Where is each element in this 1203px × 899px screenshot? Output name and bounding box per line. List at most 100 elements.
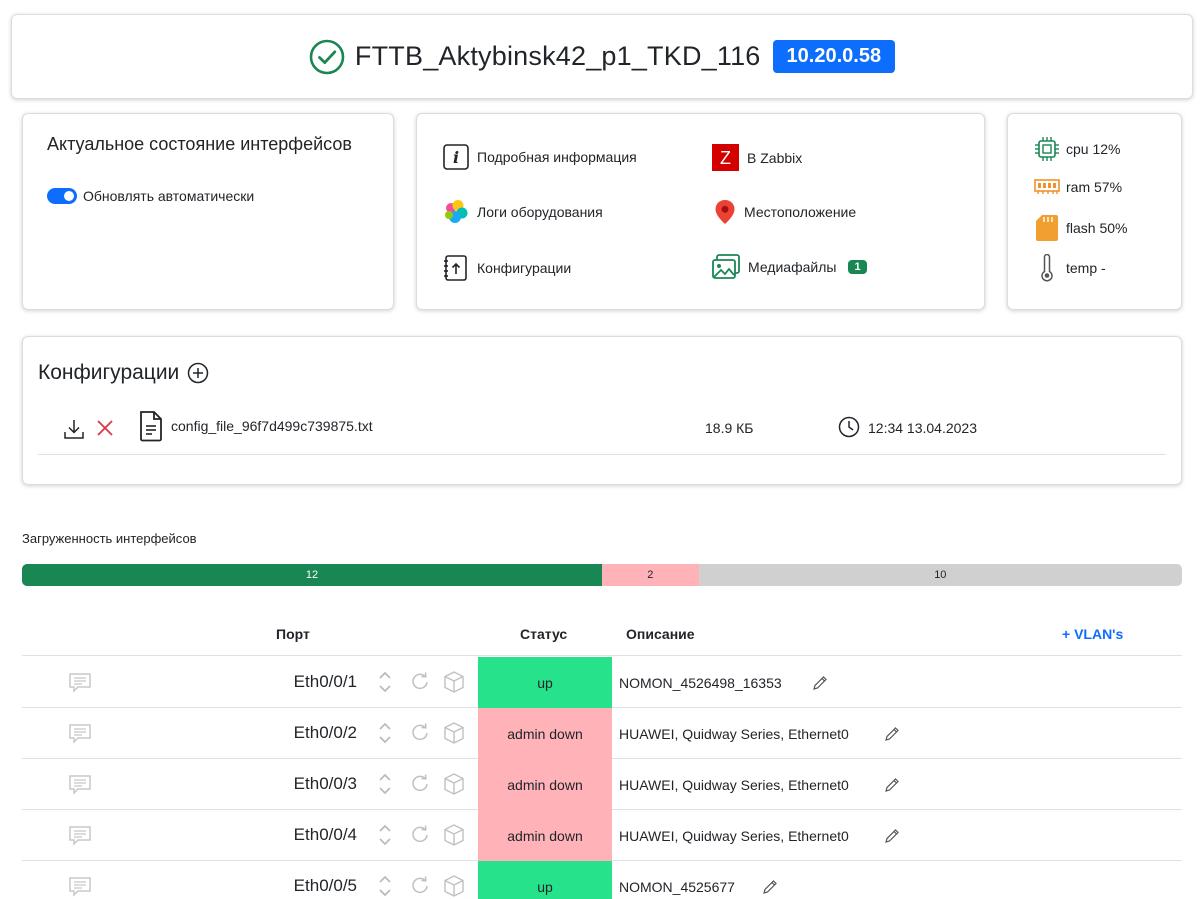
device-links-card: i Подробная информация Z В Zabbix Логи о…	[416, 113, 985, 310]
ports-table-header: Порт Статус Описание + VLAN's	[22, 620, 1182, 656]
config-upload-icon	[444, 255, 467, 281]
zabbix-link-label: В Zabbix	[747, 149, 803, 166]
interface-load-bar: 12 2 10	[22, 564, 1182, 586]
comment-icon[interactable]	[68, 876, 92, 898]
interface-state-title: Актуальное состояние интерфейсов	[47, 134, 352, 154]
table-row: Eth0/0/2 admin down HUAWEI, Quidway Series…	[22, 708, 1182, 759]
add-config-icon[interactable]	[187, 362, 209, 384]
sort-arrows-icon[interactable]	[378, 669, 392, 695]
configs-card: Конфигурации config_file_96f7d499c739875…	[22, 336, 1182, 485]
port-status: up	[478, 861, 612, 899]
config-file-row: config_file_96f7d499c739875.txt 18.9 КБ …	[38, 407, 1166, 455]
comment-icon[interactable]	[68, 825, 92, 847]
reload-icon[interactable]	[410, 824, 430, 844]
interface-load-label: Загруженность интерфейсов	[22, 531, 197, 546]
temp-label: temp -	[1066, 260, 1106, 276]
port-name[interactable]: Eth0/0/5	[232, 876, 357, 896]
details-link-label: Подробная информация	[477, 149, 637, 165]
cube-icon[interactable]	[442, 772, 466, 796]
logs-link-label: Логи оборудования	[477, 204, 603, 220]
delete-icon[interactable]	[95, 418, 115, 438]
reload-icon[interactable]	[410, 671, 430, 691]
load-segment: 2	[602, 564, 699, 586]
ram-stat: ram 57%	[1034, 178, 1122, 196]
logs-link[interactable]: Логи оборудования	[443, 199, 603, 225]
svg-text:i: i	[453, 148, 459, 167]
load-segment: 12	[22, 564, 602, 586]
table-row: Eth0/0/4 admin down HUAWEI, Quidway Series…	[22, 810, 1182, 861]
vlans-link[interactable]: + VLAN's	[1062, 626, 1123, 642]
zabbix-icon: Z	[712, 144, 739, 171]
resources-card: cpu 12% ram 57% flash 50% temp -	[1007, 113, 1182, 310]
comment-icon[interactable]	[68, 774, 92, 796]
media-link[interactable]: Медиафайлы 1	[712, 254, 867, 280]
cpu-stat: cpu 12%	[1034, 136, 1120, 162]
edit-pencil-icon[interactable]	[884, 828, 900, 844]
device-ip-badge: 10.20.0.58	[772, 40, 896, 73]
comment-icon[interactable]	[68, 723, 92, 745]
clock-icon	[838, 416, 860, 438]
configs-link[interactable]: Конфигурации	[443, 254, 571, 282]
port-name[interactable]: Eth0/0/4	[232, 825, 357, 845]
ram-label: ram 57%	[1066, 179, 1123, 195]
port-name[interactable]: Eth0/0/2	[232, 723, 357, 743]
edit-pencil-icon[interactable]	[884, 726, 900, 742]
cube-icon[interactable]	[442, 721, 466, 745]
config-file-date: 12:34 13.04.2023	[868, 420, 977, 436]
auto-update-toggle[interactable]	[47, 188, 77, 204]
svg-text:Z: Z	[720, 148, 731, 168]
comment-icon[interactable]	[68, 672, 92, 694]
col-status: Статус	[520, 626, 568, 642]
edit-pencil-icon[interactable]	[762, 879, 778, 895]
port-status: up	[478, 657, 612, 708]
temp-stat: temp -	[1034, 254, 1106, 282]
configs-section-header: Конфигурации	[38, 361, 209, 385]
device-header: FTTB_Aktybinsk42_p1_TKD_116 10.20.0.58	[11, 14, 1193, 99]
port-description: NOMON_4525677	[619, 879, 735, 895]
cube-icon[interactable]	[442, 670, 466, 694]
location-link[interactable]: Местоположение	[714, 199, 856, 225]
cpu-label: cpu 12%	[1066, 141, 1121, 157]
auto-update-label: Обновлять автоматически	[83, 188, 255, 204]
table-row: Eth0/0/5 up NOMON_4525677	[22, 861, 1182, 899]
memory-icon	[1034, 179, 1060, 194]
info-icon: i	[443, 144, 469, 170]
zabbix-link[interactable]: Z В Zabbix	[712, 144, 802, 171]
port-name[interactable]: Eth0/0/1	[232, 672, 357, 692]
col-description: Описание	[626, 626, 695, 642]
images-icon	[712, 254, 740, 279]
port-description: HUAWEI, Quidway Series, Ethernet0	[619, 726, 849, 742]
cube-icon[interactable]	[442, 823, 466, 847]
sort-arrows-icon[interactable]	[378, 720, 392, 746]
media-count-badge: 1	[848, 260, 867, 274]
port-status: admin down	[478, 810, 612, 861]
reload-icon[interactable]	[410, 773, 430, 793]
col-port: Порт	[276, 626, 310, 642]
reload-icon[interactable]	[410, 722, 430, 742]
sort-arrows-icon[interactable]	[378, 822, 392, 848]
check-circle-icon	[309, 39, 345, 74]
sort-arrows-icon[interactable]	[378, 771, 392, 797]
details-link[interactable]: i Подробная информация	[443, 144, 637, 170]
map-pin-icon	[715, 200, 735, 224]
sort-arrows-icon[interactable]	[378, 873, 392, 899]
flash-stat: flash 50%	[1034, 214, 1127, 242]
edit-pencil-icon[interactable]	[812, 675, 828, 691]
reload-icon[interactable]	[410, 875, 430, 895]
port-status: admin down	[478, 759, 612, 810]
thermometer-icon	[1041, 254, 1053, 282]
table-row: Eth0/0/3 admin down HUAWEI, Quidway Series…	[22, 759, 1182, 810]
cube-icon[interactable]	[442, 874, 466, 898]
file-text-icon	[140, 411, 162, 442]
download-icon[interactable]	[63, 418, 85, 440]
flash-label: flash 50%	[1066, 220, 1128, 236]
port-name[interactable]: Eth0/0/3	[232, 774, 357, 794]
config-file-name[interactable]: config_file_96f7d499c739875.txt	[171, 418, 373, 434]
table-row: Eth0/0/1 up NOMON_4526498_16353	[22, 657, 1182, 708]
port-status: admin down	[478, 708, 612, 759]
edit-pencil-icon[interactable]	[884, 777, 900, 793]
logs-icon	[445, 200, 468, 223]
interface-state-card: Актуальное состояние интерфейсов Обновля…	[22, 113, 394, 310]
port-description: HUAWEI, Quidway Series, Ethernet0	[619, 777, 849, 793]
port-description: HUAWEI, Quidway Series, Ethernet0	[619, 828, 849, 844]
